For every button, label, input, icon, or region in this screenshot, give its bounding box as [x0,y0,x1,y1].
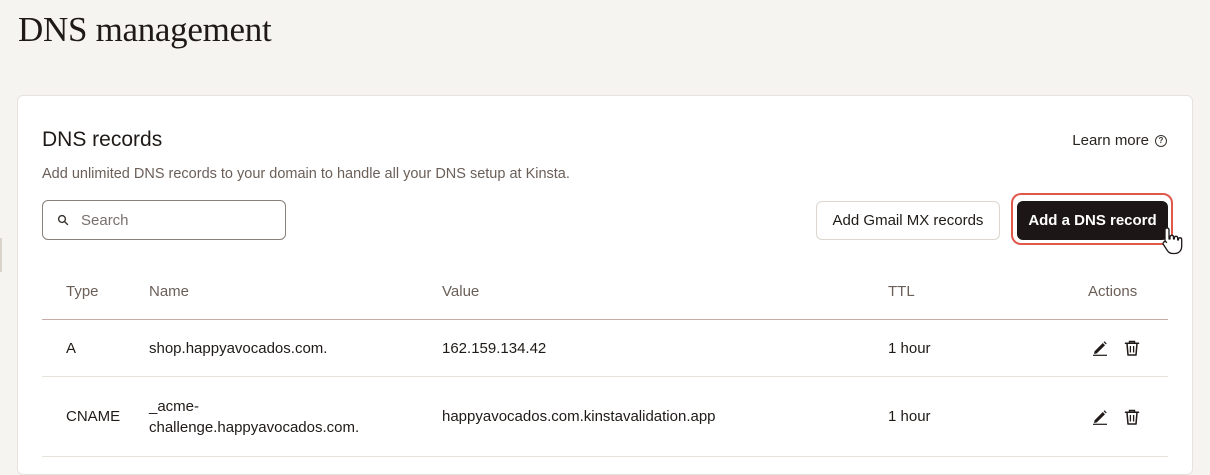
search-input[interactable] [81,211,261,229]
learn-more-link[interactable]: Learn more ? [1072,132,1167,149]
record-name-text: _acme-challenge.happyavocados.com. [149,397,360,436]
sidebar-edge [0,238,2,272]
record-name: shop.happyavocados.com. [149,339,328,357]
add-dns-record-button[interactable]: Add a DNS record [1017,201,1168,240]
table-row: A shop.happyavocados.com. 162.159.134.42… [42,320,1168,377]
pointer-cursor-icon [1162,227,1183,255]
dns-records-card: DNS records Learn more ? Add unlimited D… [17,95,1193,475]
pencil-icon[interactable] [1090,338,1110,358]
column-header-value: Value [442,282,480,300]
column-header-ttl: TTL [888,282,915,300]
row-actions [1090,320,1142,376]
record-value: 162.159.134.42 [442,339,547,357]
pencil-icon[interactable] [1090,407,1110,427]
record-ttl: 1 hour [888,339,931,357]
search-field[interactable] [42,200,286,240]
card-description: Add unlimited DNS records to your domain… [42,166,570,182]
row-actions [1090,377,1142,456]
page-title: DNS management [18,10,272,49]
dns-records-table: Type Name Value TTL Actions A shop.happy… [42,263,1168,457]
trash-icon[interactable] [1122,407,1142,427]
column-header-actions: Actions [1088,282,1138,300]
add-gmail-mx-records-button[interactable]: Add Gmail MX records [816,201,1000,240]
search-icon [57,214,69,226]
help-circle-icon: ? [1155,134,1167,147]
record-ttl: 1 hour [888,408,931,425]
column-header-name: Name [149,282,190,300]
record-value: happyavocados.com.kinstavalidation.app [442,408,716,425]
table-header: Type Name Value TTL Actions [42,263,1168,320]
column-header-type: Type [66,282,99,300]
record-name: _acme-challenge.happyavocados.com. [149,377,399,456]
record-type: A [66,339,77,357]
record-type: CNAME [66,408,121,425]
learn-more-label: Learn more [1072,132,1149,149]
trash-icon[interactable] [1122,338,1142,358]
card-title: DNS records [42,128,163,151]
table-row: CNAME _acme-challenge.happyavocados.com.… [42,377,1168,457]
